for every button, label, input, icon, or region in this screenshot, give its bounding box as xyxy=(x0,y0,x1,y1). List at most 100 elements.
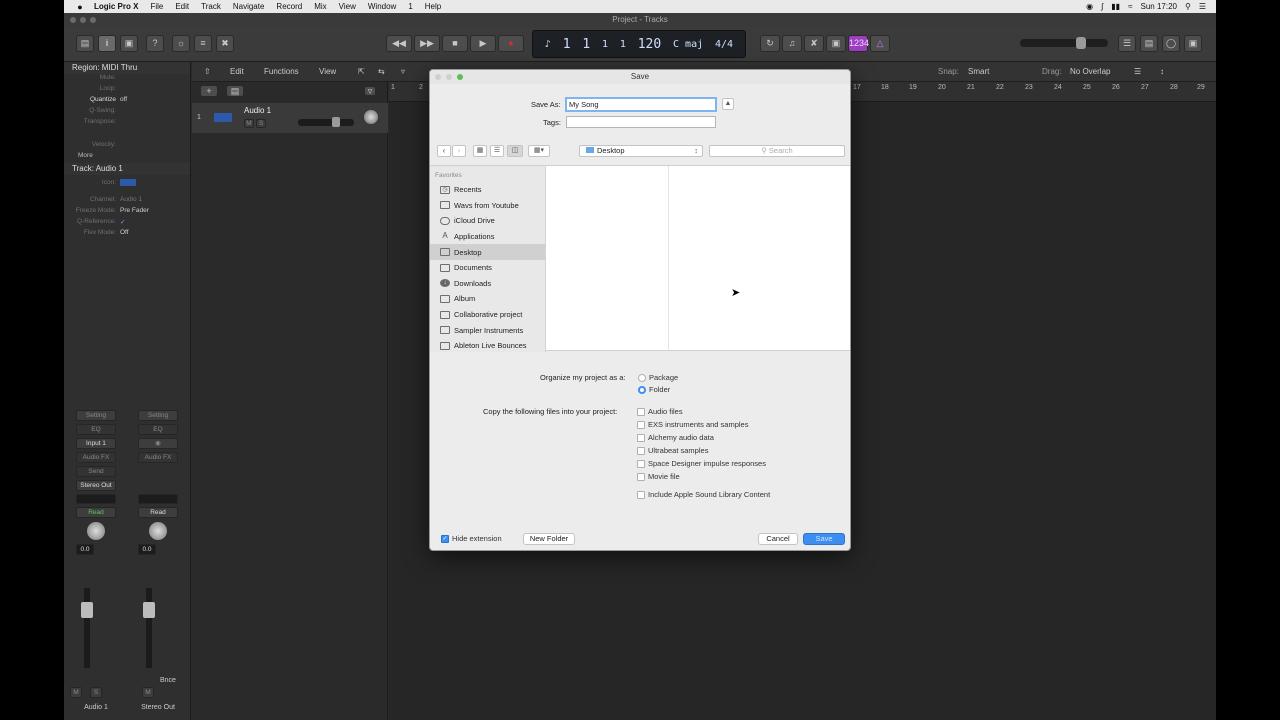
count-in-button[interactable]: 1234 xyxy=(848,35,869,52)
dialog-zoom-icon[interactable] xyxy=(457,74,463,80)
sidebar-item-recents[interactable]: ◷ Recents xyxy=(430,182,545,198)
track-volume-knob[interactable] xyxy=(332,117,340,127)
expand-dialog-button[interactable]: ▲ xyxy=(722,98,734,110)
lcd-display[interactable]: ♪ 1 1 1 1 120 C maj 4/4 xyxy=(532,30,746,58)
pan-knob[interactable] xyxy=(149,522,167,540)
column-view-button[interactable]: ◫ xyxy=(507,145,523,157)
record-button[interactable]: ● xyxy=(498,35,524,52)
track-name[interactable]: Audio 1 xyxy=(244,106,271,115)
editors-button[interactable]: ✖ xyxy=(216,35,234,52)
browsers-button[interactable]: ▣ xyxy=(1184,35,1202,52)
master-volume-slider[interactable] xyxy=(1020,37,1108,49)
region-tool-icon[interactable]: ⇆ xyxy=(378,67,385,76)
organize-package-radio[interactable]: Package xyxy=(638,373,678,382)
menu-edit[interactable]: Edit xyxy=(169,2,195,11)
icon-view-button[interactable]: ▦ xyxy=(473,145,487,157)
audio-fx-slot[interactable]: Audio FX xyxy=(138,452,178,463)
track-icon-row[interactable]: Icon: xyxy=(64,179,190,190)
replace-button[interactable]: ▣ xyxy=(826,35,846,52)
volume-fader-cap[interactable] xyxy=(81,602,93,618)
eq-display[interactable]: EQ xyxy=(76,424,116,435)
region-velocity-row[interactable]: Velocity: xyxy=(64,141,190,152)
wifi-icon[interactable]: ≈ xyxy=(1128,2,1132,11)
mute-button[interactable]: M xyxy=(70,687,82,698)
copy-exs-checkbox[interactable]: EXS instruments and samples xyxy=(637,420,748,429)
apple-menu-icon[interactable]: ● xyxy=(72,2,88,12)
clock[interactable]: Sun 17:20 xyxy=(1140,2,1176,11)
menu-app-name[interactable]: Logic Pro X xyxy=(88,2,144,11)
region-header[interactable]: Region: MIDI Thru xyxy=(64,62,190,74)
hide-extension-checkbox[interactable]: ✓ Hide extension xyxy=(441,534,502,543)
list-view-button[interactable]: ☰ xyxy=(490,145,504,157)
menu-window[interactable]: Window xyxy=(362,2,402,11)
volume-fader-track[interactable] xyxy=(84,588,90,668)
zoom-window-icon[interactable] xyxy=(90,17,96,23)
link-icon[interactable]: ◉ xyxy=(138,438,178,449)
new-folder-button[interactable]: New Folder xyxy=(523,533,575,545)
mute-button[interactable]: M xyxy=(142,687,154,698)
track-flex-row[interactable]: Flex Mode: Off xyxy=(64,229,190,240)
sidebar-item-album[interactable]: Album xyxy=(430,291,545,307)
tracks-menu-edit[interactable]: Edit xyxy=(230,67,244,76)
track-qref-row[interactable]: Q-Reference: ✓ xyxy=(64,218,190,229)
tuner-button[interactable]: ♫ xyxy=(782,35,802,52)
volume-fader-cap[interactable] xyxy=(143,602,155,618)
back-arrow-icon[interactable]: ⇧ xyxy=(204,67,211,76)
cycle-button[interactable]: ↻ xyxy=(760,35,780,52)
sidebar-item-icloud-drive[interactable]: iCloud Drive xyxy=(430,213,545,229)
pointer-tool-icon[interactable]: ⇱ xyxy=(358,67,365,76)
spotlight-icon[interactable]: ⚲ xyxy=(1185,2,1191,11)
search-field[interactable]: ⚲ Search xyxy=(709,145,845,157)
solo-button[interactable]: ✘ xyxy=(804,35,824,52)
automation-mode[interactable]: Read xyxy=(138,507,178,518)
region-mute-row[interactable]: Mute: xyxy=(64,74,190,85)
loop-browser-button[interactable]: ◯ xyxy=(1162,35,1180,52)
region-loop-row[interactable]: Loop: xyxy=(64,85,190,96)
input-slot[interactable]: Input 1 xyxy=(76,438,116,449)
metronome-button[interactable]: △ xyxy=(870,35,890,52)
global-tracks-button[interactable]: ▤ xyxy=(226,85,244,97)
collapse-icon[interactable]: ▿ xyxy=(364,86,376,96)
forward-button[interactable]: ▶▶ xyxy=(414,35,440,52)
forward-button[interactable]: › xyxy=(452,145,466,157)
send-slot[interactable]: Send xyxy=(76,466,116,477)
output-slot[interactable]: Stereo Out xyxy=(76,480,116,491)
add-track-button[interactable]: + xyxy=(200,85,218,97)
quick-help-button[interactable]: ? xyxy=(146,35,164,52)
notification-center-icon[interactable]: ☰ xyxy=(1199,2,1206,11)
eq-display[interactable]: EQ xyxy=(138,424,178,435)
sidebar-item-wavs-from-youtube[interactable]: Wavs from Youtube xyxy=(430,198,545,214)
region-quantize-row[interactable]: Quantize off xyxy=(64,96,190,107)
bluetooth-icon[interactable]: ∫ xyxy=(1101,2,1103,11)
tracks-menu-functions[interactable]: Functions xyxy=(264,67,299,76)
column-divider[interactable] xyxy=(668,166,669,352)
notepad-button[interactable]: ▤ xyxy=(1140,35,1158,52)
track-channel-row[interactable]: Channel: Audio 1 xyxy=(64,196,190,207)
track-solo-button[interactable]: S xyxy=(256,119,266,128)
dialog-close-icon[interactable] xyxy=(435,74,441,80)
volume-value[interactable]: 0.0 xyxy=(138,544,156,555)
menu-help[interactable]: Help xyxy=(419,2,447,11)
menu-record[interactable]: Record xyxy=(270,2,308,11)
stop-button[interactable]: ■ xyxy=(442,35,468,52)
audio-fx-slot[interactable]: Audio FX xyxy=(76,452,116,463)
record-status-icon[interactable]: ◉ xyxy=(1086,2,1093,11)
save-button[interactable]: Save xyxy=(803,533,845,545)
region-qswing-row[interactable]: Q-Swing: xyxy=(64,107,190,118)
volume-value[interactable]: 0.0 xyxy=(76,544,94,555)
copy-alchemy-checkbox[interactable]: Alchemy audio data xyxy=(637,433,714,442)
track-pan-knob[interactable] xyxy=(364,110,378,124)
volume-knob[interactable] xyxy=(1076,37,1086,49)
tags-field[interactable] xyxy=(566,116,716,128)
rewind-button[interactable]: ◀◀ xyxy=(386,35,412,52)
cancel-button[interactable]: Cancel xyxy=(758,533,798,545)
track-freeze-row[interactable]: Freeze Mode: Pre Fader xyxy=(64,207,190,218)
close-window-icon[interactable] xyxy=(70,17,76,23)
volume-fader-track[interactable] xyxy=(146,588,152,668)
track-header[interactable]: Track: Audio 1 xyxy=(64,163,190,175)
tracks-menu-view[interactable]: View xyxy=(319,67,336,76)
menu-file[interactable]: File xyxy=(144,2,169,11)
back-button[interactable]: ‹ xyxy=(437,145,451,157)
copy-space-designer-checkbox[interactable]: Space Designer impulse responses xyxy=(637,459,766,468)
list-editors-button[interactable]: ☰ xyxy=(1118,35,1136,52)
